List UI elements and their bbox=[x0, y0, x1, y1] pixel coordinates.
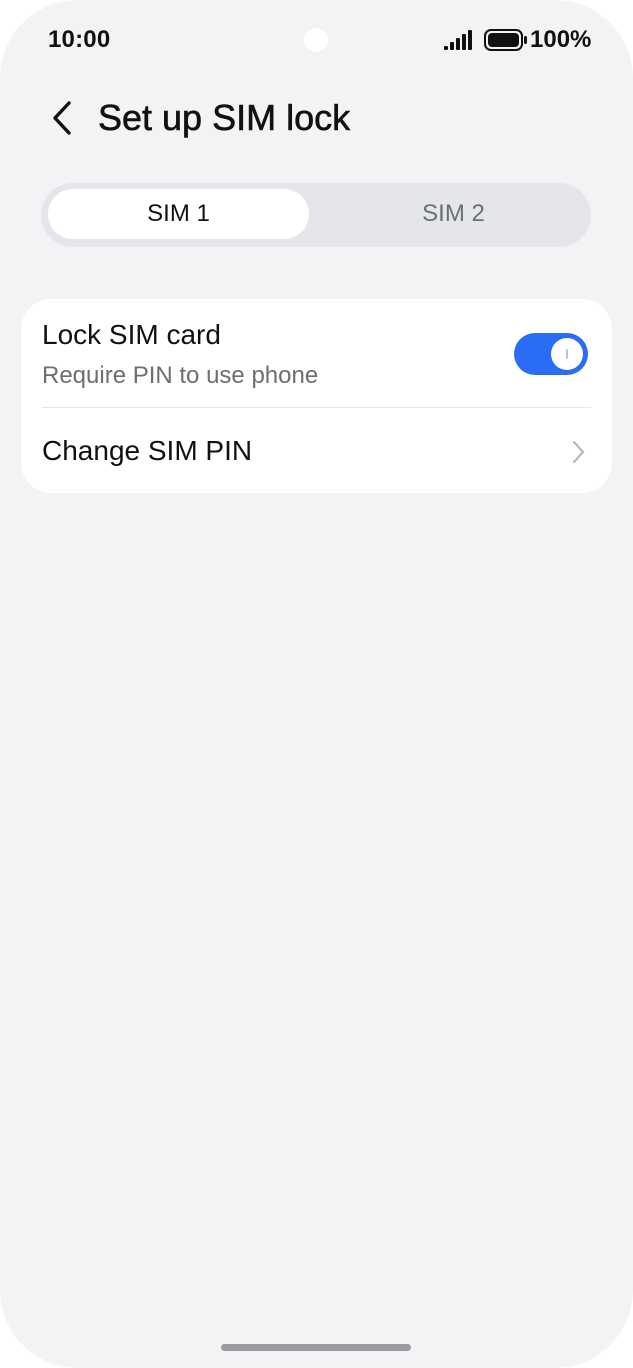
sim-tab-selector: SIM 1 SIM 2 bbox=[41, 183, 591, 247]
sim-lock-settings-card: Lock SIM card Require PIN to use phone C… bbox=[21, 299, 612, 493]
lock-sim-card-subtitle: Require PIN to use phone bbox=[42, 362, 319, 389]
back-button[interactable] bbox=[40, 96, 84, 140]
battery-full-icon bbox=[484, 29, 527, 51]
front-camera bbox=[304, 28, 328, 52]
page-title: Set up SIM lock bbox=[98, 97, 351, 139]
phone-screen: 10:00 100% Set up SIM lock SIM 1 SIM 2 L… bbox=[0, 0, 633, 1368]
chevron-right-icon bbox=[572, 440, 585, 464]
home-indicator[interactable] bbox=[221, 1344, 411, 1351]
lock-sim-card-title: Lock SIM card bbox=[42, 319, 221, 350]
battery-percentage: 100% bbox=[530, 26, 592, 53]
signal-bars-icon bbox=[444, 30, 472, 50]
toggle-knob bbox=[551, 338, 583, 370]
row-divider bbox=[42, 407, 591, 408]
lock-sim-card-toggle[interactable] bbox=[514, 333, 588, 375]
tab-sim-2[interactable]: SIM 2 bbox=[323, 189, 584, 239]
tab-sim-1[interactable]: SIM 1 bbox=[48, 189, 309, 239]
chevron-left-icon bbox=[53, 101, 71, 135]
status-time: 10:00 bbox=[48, 26, 111, 53]
change-sim-pin-title: Change SIM PIN bbox=[42, 435, 253, 466]
